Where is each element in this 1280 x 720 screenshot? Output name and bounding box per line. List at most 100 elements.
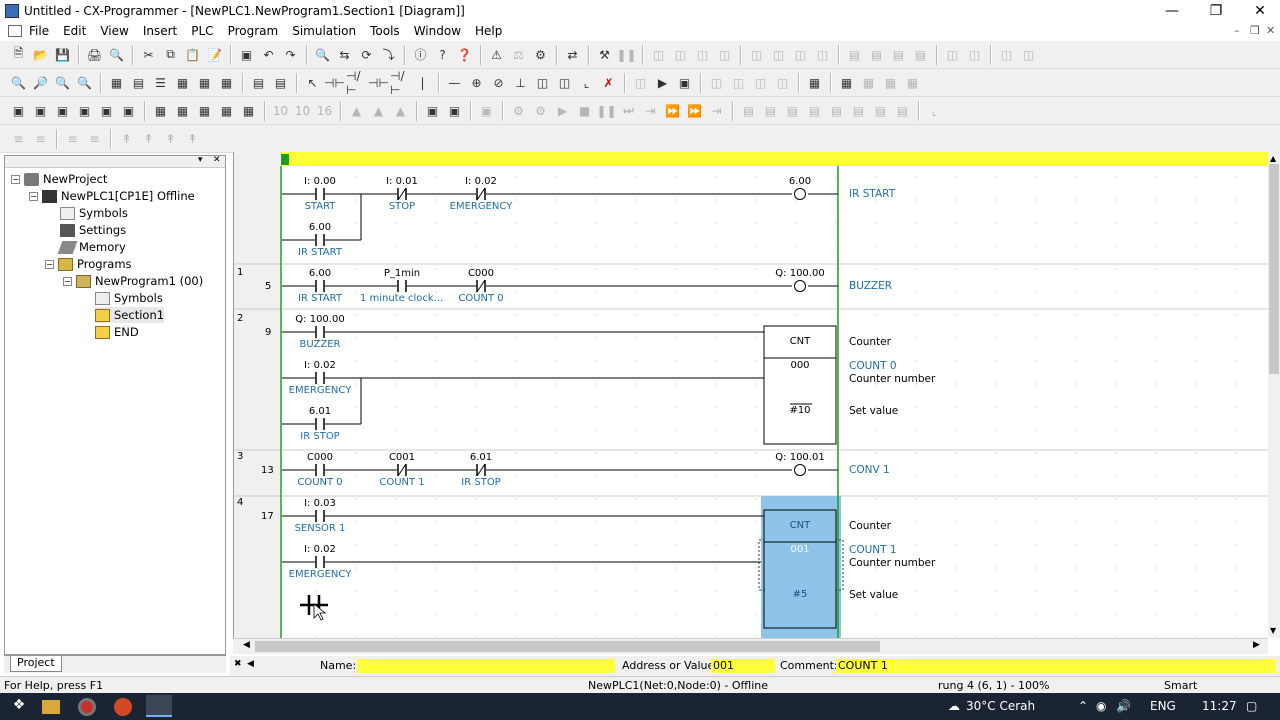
step-icon[interactable]: ⏭ [618,100,639,121]
weather-icon[interactable]: ☁ [948,699,960,713]
tool2-i-icon[interactable]: ▦ [902,72,923,93]
tool-g-icon[interactable]: ◫ [790,44,811,65]
menu-tools[interactable]: Tools [363,24,407,38]
paste-special-icon[interactable]: 📝 [204,44,225,65]
zoom-fit-icon[interactable]: 🔍 [74,72,95,93]
find-icon[interactable]: 🔍 [312,44,333,65]
fmt-a-icon[interactable]: ≡ [8,128,29,149]
tree-node-end[interactable]: END [95,324,139,340]
scroll-left-icon[interactable]: ◀ [243,640,250,650]
copy-icon[interactable]: ⧉ [160,44,181,65]
replace-icon[interactable]: ⇆ [334,44,355,65]
menu-simulation[interactable]: Simulation [285,24,363,38]
sim-c-icon[interactable]: ▣ [476,100,497,121]
collapse-icon[interactable]: − [63,276,72,286]
doc-icon[interactable] [8,25,22,37]
mdi-restore[interactable]: ❐ [1250,24,1260,37]
select-icon[interactable]: ↖ [302,72,323,93]
bin-icon[interactable]: 10 [270,100,291,121]
notification-icon[interactable]: ▢ [1246,699,1257,713]
address-field[interactable]: 001 [711,659,775,673]
run-to-icon[interactable]: ⇥ [706,100,727,121]
compile-icon[interactable]: ⚒ [594,44,615,65]
tree-node-project[interactable]: − NewProject [11,171,107,187]
chrome-icon[interactable] [78,698,96,716]
comment-field[interactable]: COUNT 1 [836,659,1276,673]
start-icon[interactable]: ❖ [6,697,32,717]
run-icon[interactable]: ▶ [552,100,573,121]
mdi-minimize[interactable]: – [1234,24,1240,37]
st-icon[interactable]: ▤ [270,72,291,93]
rung-comment-icon[interactable]: ☰ [150,72,171,93]
plc-icon[interactable]: ▶ [652,72,673,93]
print-icon[interactable]: 🖨 [84,44,105,65]
fmt-f-icon[interactable]: ↟ [138,128,159,149]
tool-f-icon[interactable]: ◫ [768,44,789,65]
tool-a-icon[interactable]: ◫ [648,44,669,65]
tool2-h-icon[interactable]: ▦ [880,72,901,93]
pdi-icon[interactable]: ◫ [532,72,553,93]
online-b-icon[interactable]: ▲ [368,100,389,121]
scroll-right-icon[interactable]: ▶ [1253,640,1260,650]
menu-edit[interactable]: Edit [56,24,93,38]
cross-ref-icon[interactable]: ⟳ [356,44,377,65]
ladder-diagram[interactable]: 1 5 2 9 3 13 4 17 I: 0.00 START I: 0.01 … [233,152,1268,638]
tool-o-icon[interactable]: ◫ [996,44,1017,65]
online-c-icon[interactable]: ▲ [390,100,411,121]
dbg-f-icon[interactable]: ▤ [848,100,869,121]
show-comments-icon[interactable]: ▤ [128,72,149,93]
dbg-a-icon[interactable]: ▤ [738,100,759,121]
tool-i-icon[interactable]: ▤ [844,44,865,65]
help-icon[interactable]: ? [432,44,453,65]
online-edit-icon[interactable]: ◫ [630,72,651,93]
language-indicator[interactable]: ENG [1150,699,1176,713]
proj-k-icon[interactable]: ▦ [238,100,259,121]
dec-icon[interactable]: 10 [292,100,313,121]
contact-or-nc-icon[interactable]: ⊣/⊢ [390,69,411,97]
fmt-b-icon[interactable]: ≡ [30,128,51,149]
step-over-icon[interactable]: ⏩ [662,100,683,121]
fmt-e-icon[interactable]: ↟ [116,128,137,149]
fmt-g-icon[interactable]: ↟ [160,128,181,149]
io-table-icon[interactable]: ▦ [216,72,237,93]
zoom-icon[interactable]: 🔍 [8,72,29,93]
dbg-e-icon[interactable]: ▤ [826,100,847,121]
vertical-line-icon[interactable]: | [412,72,433,93]
scroll-thumb[interactable] [1269,164,1279,374]
proj-h-icon[interactable]: ▦ [172,100,193,121]
pdo-icon[interactable]: ◫ [554,72,575,93]
cut-icon[interactable]: ✂ [138,44,159,65]
online-a-icon[interactable]: ▲ [346,100,367,121]
hex-icon[interactable]: 16 [314,100,335,121]
delete-line-icon[interactable]: ✗ [598,72,619,93]
menu-view[interactable]: View [93,24,135,38]
proj-b-icon[interactable]: ▣ [30,100,51,121]
menu-plc[interactable]: PLC [184,24,220,38]
step-in-icon[interactable]: ⇥ [640,100,661,121]
fmt-c-icon[interactable]: ≡ [62,128,83,149]
monitor-icon[interactable]: ⚙ [530,44,551,65]
tool2-f-icon[interactable]: ▦ [836,72,857,93]
tool2-b-icon[interactable]: ◫ [728,72,749,93]
tool-p-icon[interactable]: ◫ [1018,44,1039,65]
powerpoint-icon[interactable] [114,698,132,716]
proj-g-icon[interactable]: ▦ [150,100,171,121]
tool-k-icon[interactable]: ▤ [888,44,909,65]
dbg-i-icon[interactable]: ⌞ [924,100,945,121]
zoom-out-icon[interactable]: 🔍 [52,72,73,93]
sim-e-icon[interactable]: ⚙ [530,100,551,121]
minimize-button[interactable]: — [1150,0,1194,22]
menu-help[interactable]: Help [468,24,509,38]
proj-a-icon[interactable]: ▣ [8,100,29,121]
memory-icon[interactable]: ▣ [236,44,257,65]
new-icon[interactable]: 🗎 [8,44,29,65]
scroll-up-icon[interactable]: ▲ [1270,154,1276,163]
weather-text[interactable]: 30°C Cerah [966,699,1035,713]
dbg-h-icon[interactable]: ▤ [892,100,913,121]
menu-insert[interactable]: Insert [136,24,184,38]
scroll-down-icon[interactable]: ▼ [1270,626,1276,635]
redo-icon[interactable]: ↷ [280,44,301,65]
warning-icon[interactable]: ⚠ [486,44,507,65]
grid-icon[interactable]: ▦ [106,72,127,93]
stop-icon[interactable]: ■ [574,100,595,121]
